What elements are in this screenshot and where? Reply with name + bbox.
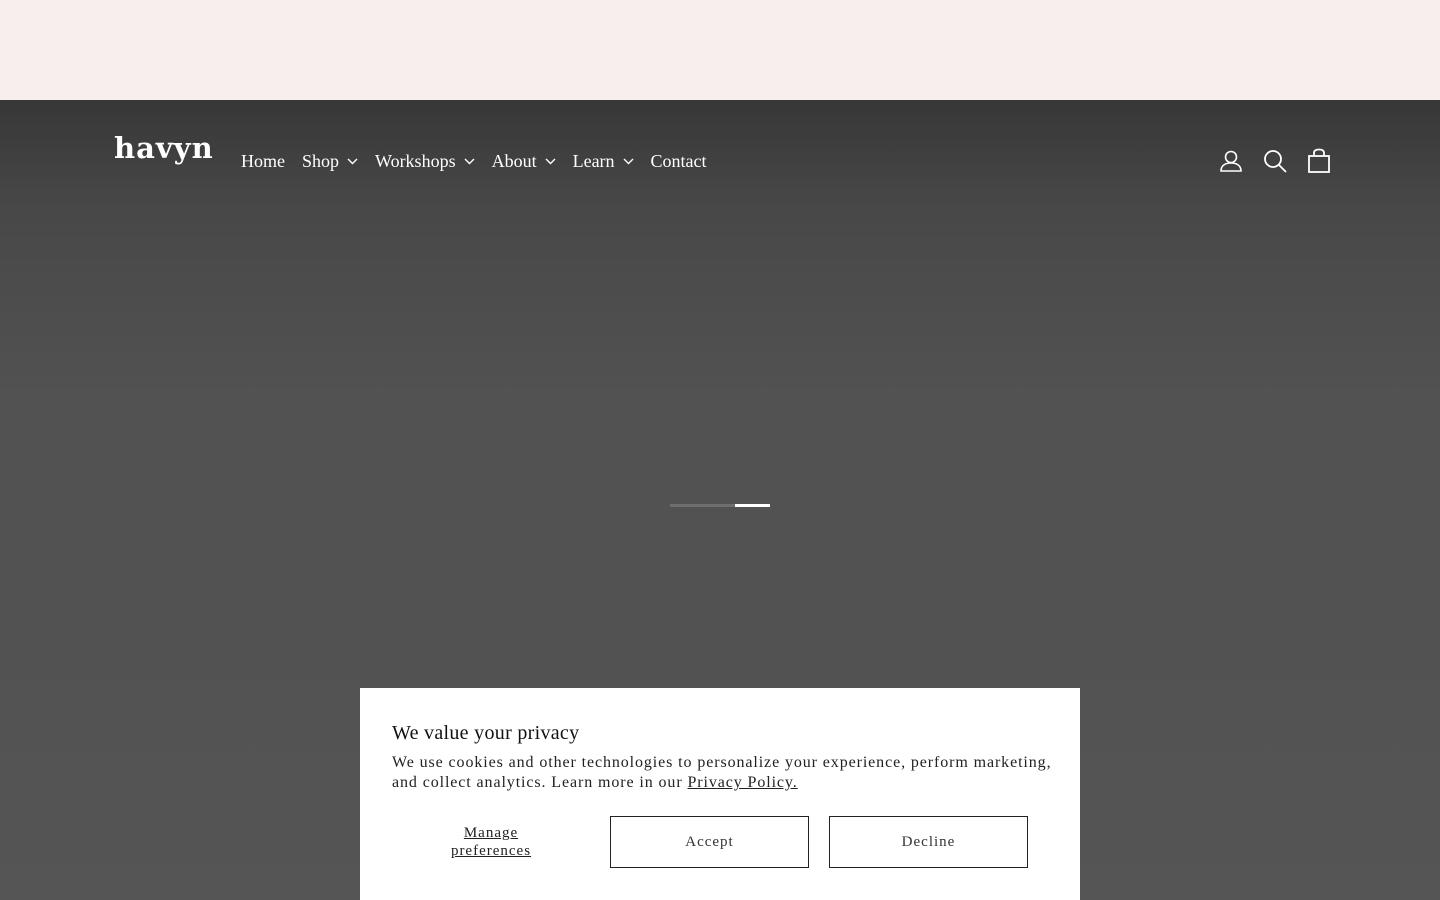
- slideshow-pagination: [670, 504, 770, 507]
- cookie-banner: We value your privacy We use cookies and…: [360, 688, 1080, 900]
- nav-item-label: Shop: [302, 150, 340, 171]
- slide-dot-1[interactable]: [670, 504, 735, 507]
- nav-item-shop[interactable]: Shop: [302, 151, 358, 172]
- chevron-down-icon: [545, 158, 556, 164]
- nav-item-contact[interactable]: Contact: [651, 151, 707, 172]
- nav-item-about[interactable]: About: [492, 151, 556, 172]
- chevron-down-icon: [347, 158, 358, 164]
- manage-preferences-line2: preferences: [450, 843, 532, 859]
- logo[interactable]: havyn: [114, 130, 214, 166]
- cookie-banner-actions: Manage preferences Accept Decline: [392, 816, 1048, 868]
- nav-item-label: About: [491, 150, 537, 171]
- search-icon: [1264, 150, 1287, 173]
- nav-item-label: Learn: [572, 150, 615, 171]
- nav-item-home[interactable]: Home: [241, 151, 285, 172]
- decline-button[interactable]: Decline: [829, 816, 1028, 868]
- manage-preferences-line1: Manage: [463, 825, 519, 841]
- account-button[interactable]: [1215, 145, 1247, 177]
- cookie-banner-text: We use cookies and other technologies to…: [392, 753, 1052, 793]
- nav-item-workshops[interactable]: Workshops: [375, 151, 475, 172]
- accept-button[interactable]: Accept: [610, 816, 809, 868]
- cart-icon: [1308, 148, 1330, 173]
- account-icon: [1220, 150, 1242, 172]
- cart-button[interactable]: [1303, 145, 1335, 177]
- nav-item-learn[interactable]: Learn: [573, 151, 634, 172]
- cookie-banner-title: We value your privacy: [392, 722, 580, 744]
- slide-dot-2-active[interactable]: [735, 504, 770, 507]
- main-nav: Home Shop Workshops About Learn Contact: [241, 146, 724, 176]
- header-icons: [1215, 145, 1347, 177]
- privacy-policy-link[interactable]: Privacy Policy.: [687, 774, 797, 791]
- nav-item-label: Home: [241, 150, 285, 171]
- chevron-down-icon: [623, 158, 634, 164]
- chevron-down-icon: [464, 158, 475, 164]
- nav-item-label: Contact: [650, 150, 707, 171]
- search-button[interactable]: [1259, 145, 1291, 177]
- manage-preferences-link[interactable]: Manage preferences: [392, 824, 590, 860]
- nav-item-label: Workshops: [375, 150, 456, 171]
- announcement-bar: [0, 0, 1440, 100]
